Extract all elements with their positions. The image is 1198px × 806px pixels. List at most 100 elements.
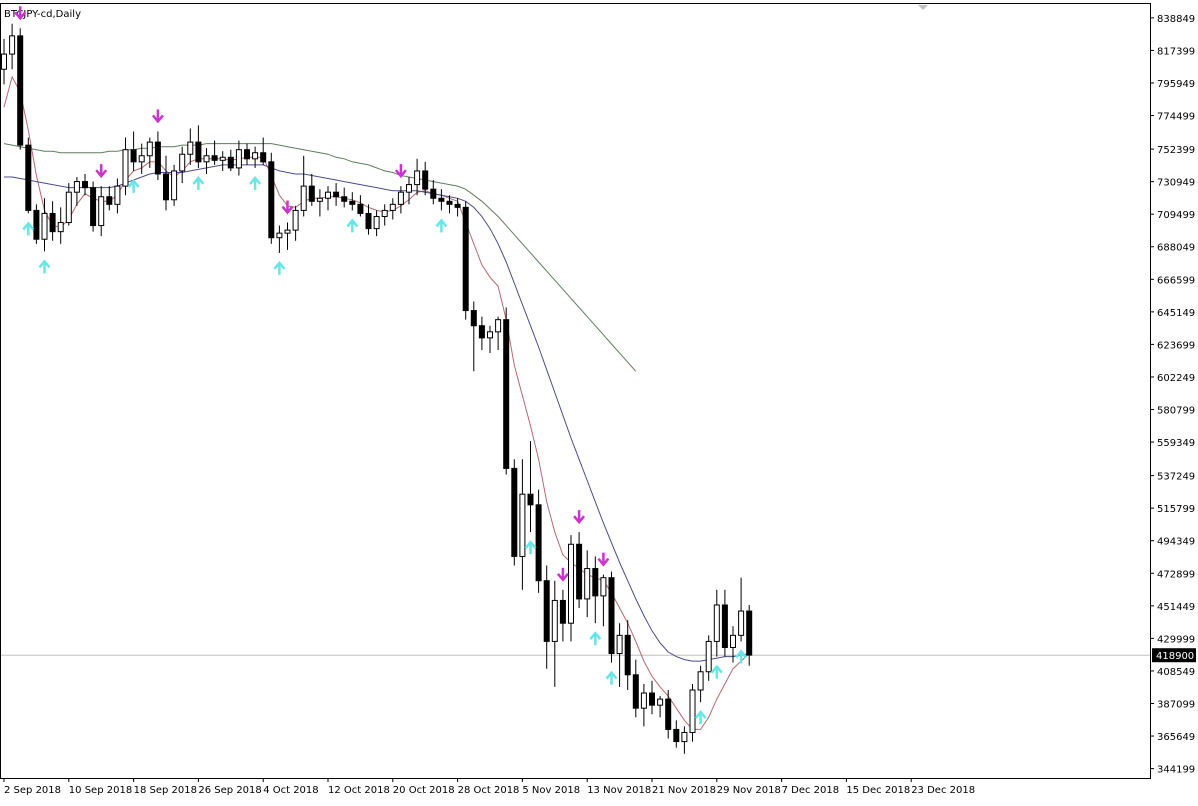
candle-body [49, 212, 56, 233]
candle-body [25, 144, 32, 211]
candle-body [90, 187, 97, 227]
candle [503, 307, 510, 475]
candle [535, 489, 542, 593]
candle-body [681, 731, 688, 743]
candle-body [365, 212, 372, 230]
y-tick-label: 537249 [1157, 472, 1195, 483]
candle-body [649, 692, 655, 706]
candle [268, 152, 275, 244]
candle-body [260, 152, 267, 163]
x-tick-label: 7 Dec 2018 [782, 785, 840, 796]
candle-body [219, 156, 226, 161]
candle-body [665, 698, 672, 730]
y-tick-label: 623699 [1157, 340, 1195, 351]
candle-body [98, 196, 105, 227]
candle-body [389, 203, 396, 211]
candle-body [478, 325, 485, 339]
candle-body [154, 141, 161, 175]
y-tick-label: 645149 [1157, 308, 1195, 319]
candle-body [41, 212, 48, 240]
candle-body [721, 604, 728, 648]
candle-body [414, 170, 421, 186]
candle-body [138, 155, 145, 163]
candle-body [195, 141, 202, 163]
candle-body [203, 155, 210, 163]
candle-body [746, 610, 753, 656]
candle-body [495, 319, 502, 333]
y-tick-label: 602249 [1157, 373, 1195, 384]
candle [17, 28, 24, 150]
candle-body [284, 229, 291, 234]
candle-body [235, 149, 242, 169]
x-tick-label: 5 Nov 2018 [522, 785, 580, 796]
candle-body [292, 209, 299, 231]
candle-body [65, 191, 72, 224]
candle-body [705, 640, 712, 673]
candle [608, 571, 615, 663]
y-tick-label: 580799 [1157, 406, 1195, 417]
candle-body [600, 577, 607, 597]
candle-body [657, 698, 664, 706]
candle-body [397, 191, 404, 205]
y-tick-label: 472899 [1157, 569, 1195, 580]
y-tick-label: 559349 [1157, 438, 1195, 449]
candle-body [381, 209, 388, 217]
candle-body [446, 200, 453, 205]
candle-body [487, 331, 493, 339]
chart-window: BTCJPY-cd,Daily 838849 817399 795949 774499… [0, 0, 1198, 802]
candle-body [130, 149, 137, 163]
y-tick-label: 838849 [1157, 14, 1195, 25]
x-tick-label: 15 Dec 2018 [846, 785, 910, 796]
candle [462, 201, 469, 320]
candle-body [9, 35, 16, 55]
candle-body [316, 197, 323, 202]
candle-body [349, 200, 356, 205]
candle-body [730, 634, 736, 648]
y-tick-label: 688049 [1157, 243, 1195, 254]
candle-body [551, 599, 558, 642]
candle-body [268, 161, 275, 239]
candle-body [252, 152, 259, 160]
candle-body [300, 185, 307, 211]
y-tick-label: 408549 [1157, 667, 1195, 678]
candle-body [57, 222, 64, 233]
price-tag-label: 418900 [1156, 651, 1194, 662]
current-price-tag: 418900 [1152, 648, 1196, 663]
candle-body [543, 580, 550, 642]
candle-body [535, 504, 542, 582]
candle-body [624, 634, 631, 676]
candle-body [454, 203, 461, 208]
y-tick-label: 429999 [1157, 634, 1195, 645]
candle-body [373, 215, 380, 230]
candle-body [713, 604, 720, 642]
x-tick-label: 21 Nov 2018 [652, 785, 716, 796]
candle-body [308, 185, 315, 202]
y-tick-label: 515799 [1157, 504, 1195, 515]
candle-body [673, 728, 680, 743]
candle-body [73, 181, 80, 193]
x-tick-label: 4 Oct 2018 [263, 785, 318, 796]
x-tick-label: 26 Sep 2018 [198, 785, 261, 796]
candle-body [211, 155, 218, 161]
y-tick-label: 795949 [1157, 79, 1195, 90]
candle-body [82, 181, 88, 189]
x-tick-label: 13 Nov 2018 [587, 785, 651, 796]
candle-body [325, 191, 331, 199]
x-tick-label: 18 Sep 2018 [134, 785, 197, 796]
candle-body [438, 197, 445, 202]
y-tick-label: 730949 [1157, 178, 1195, 189]
candle-body [106, 196, 113, 205]
candle-body [430, 188, 437, 199]
candle-body [17, 35, 24, 146]
x-tick-label: 29 Nov 2018 [717, 785, 781, 796]
candle-body [33, 209, 40, 240]
candle [90, 181, 97, 232]
x-tick-label: 12 Oct 2018 [328, 785, 390, 796]
candle-body [406, 184, 412, 193]
x-tick-label: 20 Oct 2018 [393, 785, 455, 796]
candle [33, 204, 40, 244]
y-tick-label: 494349 [1157, 537, 1195, 548]
candle-body [333, 191, 340, 198]
x-tick-label: 2 Sep 2018 [4, 785, 61, 796]
candle-body [244, 149, 250, 160]
